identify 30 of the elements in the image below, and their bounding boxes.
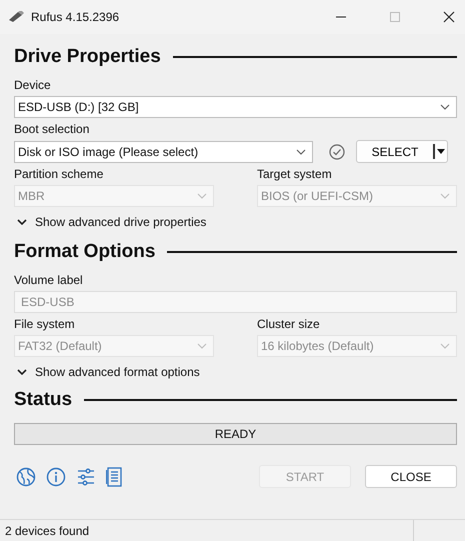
section-heading: Status: [14, 389, 72, 411]
advanced-toggle-link[interactable]: Show advanced format options: [35, 365, 200, 379]
chevron-icon[interactable]: [17, 219, 27, 225]
close-icon[interactable]: [443, 11, 455, 23]
info-icon[interactable]: [46, 466, 66, 486]
window-title: Rufus 4.15.2396: [31, 10, 120, 24]
field-label: Partition scheme: [14, 167, 104, 181]
chevron-icon[interactable]: [17, 369, 27, 375]
dropdown-arrow-icon[interactable]: [437, 149, 445, 154]
status-text: 2 devices found: [5, 524, 90, 538]
advanced-toggle-link[interactable]: Show advanced drive properties: [35, 215, 206, 229]
check-circle-icon[interactable]: [329, 144, 345, 160]
field-label: File system: [14, 317, 76, 331]
field-label: Volume label: [14, 273, 84, 287]
globe-icon[interactable]: [16, 466, 36, 486]
field-label: Device: [14, 78, 52, 92]
field-label: Boot selection: [14, 122, 90, 136]
usb-drive-icon: [8, 11, 24, 23]
section-heading: Format Options: [14, 241, 156, 263]
field-label: Cluster size: [257, 317, 321, 331]
device-dropdown[interactable]: ESD-USB (D:) [32 GB]: [14, 96, 457, 118]
section-heading: Drive Properties: [14, 46, 161, 68]
select-button[interactable]: SELECT: [356, 140, 448, 163]
chevron-icon[interactable]: [296, 148, 306, 154]
field-label: Target system: [257, 167, 333, 181]
chevron-icon[interactable]: [440, 104, 450, 110]
settings-icon[interactable]: [76, 466, 96, 486]
log-icon[interactable]: [106, 466, 122, 486]
boot-selection-dropdown[interactable]: Disk or ISO image (Please select): [14, 140, 313, 162]
close-button[interactable]: CLOSE: [365, 465, 457, 488]
